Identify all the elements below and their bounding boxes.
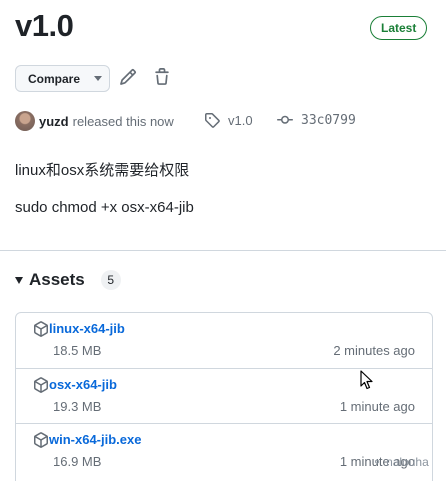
release-action-text: released this now bbox=[72, 113, 174, 129]
tag-icon bbox=[205, 113, 220, 128]
avatar[interactable] bbox=[15, 111, 35, 131]
release-notes-line-2: sudo chmod +x osx-x64-jib bbox=[15, 199, 194, 216]
assets-count-badge: 5 bbox=[100, 270, 121, 290]
trash-icon[interactable] bbox=[153, 68, 171, 86]
release-title: v1.0 bbox=[15, 8, 74, 43]
asset-row: win-x64-jib.exe 16.9 MB 1 minute ago bbox=[16, 423, 432, 478]
latest-badge: Latest bbox=[370, 16, 428, 40]
mouse-cursor-icon bbox=[360, 370, 373, 390]
package-icon bbox=[34, 377, 48, 393]
release-meta: yuzd released this now bbox=[15, 109, 174, 133]
git-commit-icon bbox=[277, 115, 293, 124]
section-divider bbox=[0, 250, 446, 251]
release-notes-line-1: linux和osx系统需要给权限 bbox=[15, 162, 190, 179]
assets-title: Assets bbox=[29, 270, 85, 289]
pencil-icon[interactable] bbox=[119, 68, 137, 86]
chevron-down-icon bbox=[94, 76, 103, 81]
asset-time: 2 minutes ago bbox=[333, 343, 415, 358]
assets-toggle[interactable]: Assets 5 bbox=[15, 270, 121, 290]
compare-button-label: Compare bbox=[28, 71, 81, 86]
asset-download-link[interactable]: linux-x64-jib bbox=[49, 321, 125, 336]
caret-down-icon bbox=[15, 276, 23, 284]
asset-size: 16.9 MB bbox=[53, 454, 102, 469]
compare-button[interactable]: Compare bbox=[15, 65, 110, 92]
watermark: ⚬ nalouha bbox=[372, 455, 429, 469]
asset-row: linux-x64-jib 18.5 MB 2 minutes ago bbox=[16, 313, 432, 368]
tag-link[interactable]: v1.0 bbox=[204, 112, 253, 128]
asset-list: linux-x64-jib 18.5 MB 2 minutes ago osx-… bbox=[15, 312, 433, 481]
author-link[interactable]: yuzd bbox=[39, 114, 69, 129]
asset-size: 19.3 MB bbox=[53, 399, 102, 414]
chat-bubble-icon: ⚬ bbox=[372, 455, 383, 469]
watermark-text: nalouha bbox=[386, 455, 429, 469]
commit-sha: 33c0799 bbox=[301, 112, 356, 128]
package-icon bbox=[34, 432, 48, 448]
package-icon bbox=[34, 321, 48, 337]
asset-download-link[interactable]: osx-x64-jib bbox=[49, 377, 117, 392]
asset-download-link[interactable]: win-x64-jib.exe bbox=[49, 432, 141, 447]
tag-label: v1.0 bbox=[228, 112, 253, 128]
asset-size: 18.5 MB bbox=[53, 343, 102, 358]
commit-link[interactable]: 33c0799 bbox=[277, 112, 356, 128]
asset-time: 1 minute ago bbox=[339, 399, 415, 414]
